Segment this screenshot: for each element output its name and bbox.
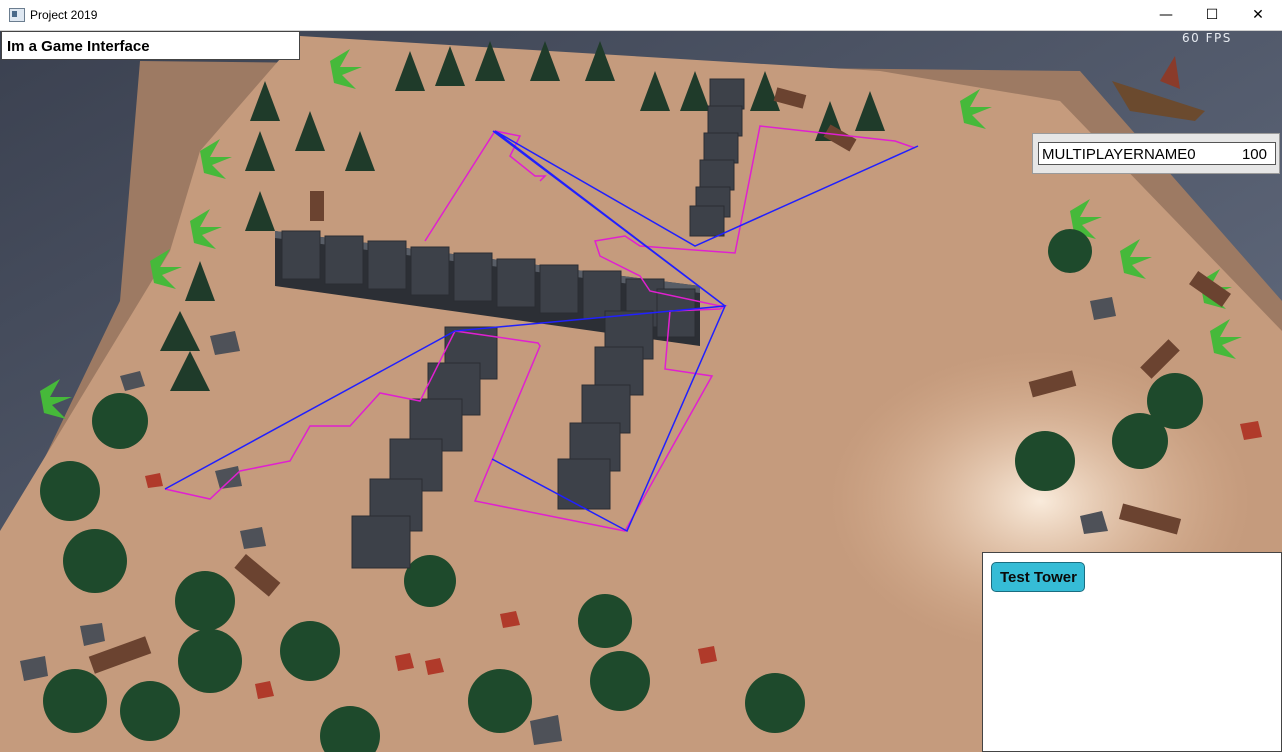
window-title: Project 2019 [30,8,98,22]
player-row: MULTIPLAYERNAME0 100 [1038,142,1276,165]
app-icon [9,8,25,22]
minimize-icon[interactable]: — [1143,0,1189,30]
player-list-panel: MULTIPLAYERNAME0 100 [1032,133,1280,174]
player-name: MULTIPLAYERNAME0 [1042,146,1196,163]
close-icon[interactable]: ✕ [1235,0,1281,30]
fps-counter: 60 FPS [1182,31,1232,45]
player-score: 100 [1241,146,1267,163]
window-titlebar[interactable]: Project 2019 — ☐ ✕ [0,0,1282,31]
hud-title: Im a Game Interface [1,31,300,60]
build-menu-panel: Test Tower [982,552,1282,752]
test-tower-button[interactable]: Test Tower [991,562,1085,592]
maximize-icon[interactable]: ☐ [1189,0,1235,30]
